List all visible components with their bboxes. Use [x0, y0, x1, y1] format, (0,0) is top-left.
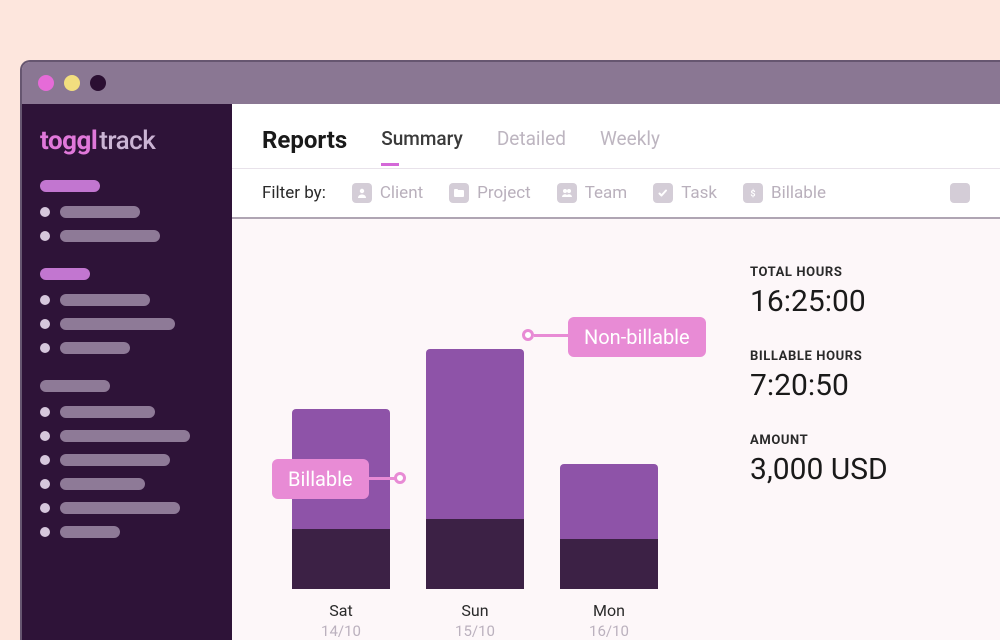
main-panel: Reports Summary Detailed Weekly Filter b…: [232, 104, 1000, 640]
stat-value: 16:25:00: [750, 284, 970, 319]
nav-section-header[interactable]: [40, 180, 100, 192]
check-icon: [653, 183, 673, 203]
callout-text: Billable: [288, 467, 353, 491]
filter-more[interactable]: [950, 183, 970, 203]
stat-label: TOTAL HOURS: [750, 265, 970, 280]
nav-item[interactable]: [40, 230, 214, 242]
stat-billable-hours: BILLABLE HOURS 7:20:50: [750, 349, 970, 403]
tab-detailed[interactable]: Detailed: [497, 127, 566, 154]
nav-item[interactable]: [40, 206, 214, 218]
nav-item[interactable]: [40, 478, 214, 490]
nav-item[interactable]: [40, 454, 214, 466]
nav-item[interactable]: [40, 406, 214, 418]
chart-area: Sat 14/10 Sun 15/10: [262, 259, 710, 640]
callout-text: Non-billable: [584, 325, 690, 349]
tab-summary[interactable]: Summary: [381, 127, 463, 154]
sidebar: toggltrack: [22, 104, 232, 640]
stat-label: AMOUNT: [750, 433, 970, 448]
segment-nonbillable: [426, 349, 524, 519]
bar-stack[interactable]: [426, 349, 524, 589]
callout-nonbillable: Non-billable: [568, 317, 706, 357]
bar-date: 15/10: [455, 622, 495, 640]
app-window: toggltrack: [20, 60, 1000, 640]
team-icon: [557, 183, 577, 203]
nav-item[interactable]: [40, 430, 214, 442]
filter-row: Filter by: Client Project Team Task: [232, 169, 1000, 219]
segment-billable: [292, 529, 390, 589]
segment-billable: [426, 519, 524, 589]
nav-group-2: [40, 268, 214, 354]
stat-value: 7:20:50: [750, 368, 970, 403]
stat-label: BILLABLE HOURS: [750, 349, 970, 364]
stat-amount: AMOUNT 3,000 USD: [750, 433, 970, 487]
callout-billable: Billable: [272, 459, 369, 499]
bar-label: Mon: [593, 601, 625, 620]
bar-col-mon: Mon 16/10: [560, 464, 658, 640]
callout-line: [362, 477, 396, 480]
nav-item[interactable]: [40, 502, 214, 514]
window-close-dot[interactable]: [38, 75, 54, 91]
filter-client[interactable]: Client: [352, 183, 423, 203]
window-max-dot[interactable]: [90, 75, 106, 91]
page-title: Reports: [262, 126, 347, 154]
segment-billable: [560, 539, 658, 589]
filter-by-label: Filter by:: [262, 183, 326, 203]
bar-stack[interactable]: [560, 464, 658, 589]
nav-group-3: [40, 380, 214, 538]
nav-item[interactable]: [40, 318, 214, 330]
stat-total-hours: TOTAL HOURS 16:25:00: [750, 265, 970, 319]
app-body: toggltrack: [22, 104, 1000, 640]
callout-pointer: [394, 472, 406, 484]
tab-weekly[interactable]: Weekly: [600, 127, 660, 154]
nav-section-header[interactable]: [40, 268, 90, 280]
stat-value: 3,000 USD: [750, 452, 970, 487]
brand-logo: toggltrack: [40, 126, 214, 156]
bar-col-sun: Sun 15/10: [426, 349, 524, 640]
filter-project[interactable]: Project: [449, 183, 531, 203]
callout-line: [534, 334, 568, 337]
person-icon: [352, 183, 372, 203]
nav-item[interactable]: [40, 342, 214, 354]
filter-billable[interactable]: $ Billable: [743, 183, 826, 203]
dollar-icon: $: [743, 183, 763, 203]
nav-group-1: [40, 180, 214, 242]
bar-col-sat: Sat 14/10: [292, 409, 390, 640]
tag-icon: [950, 183, 970, 203]
nav-item[interactable]: [40, 526, 214, 538]
filter-team[interactable]: Team: [557, 183, 628, 203]
bar-date: 14/10: [321, 622, 361, 640]
content-area: Sat 14/10 Sun 15/10: [232, 219, 1000, 640]
filter-label: Billable: [771, 183, 826, 203]
bar-date: 16/10: [589, 622, 629, 640]
folder-icon: [449, 183, 469, 203]
bar-label: Sat: [329, 601, 352, 620]
filter-label: Project: [477, 183, 531, 203]
nav-item[interactable]: [40, 294, 214, 306]
segment-nonbillable: [560, 464, 658, 539]
nav-section-header[interactable]: [40, 380, 110, 392]
brand-toggl: toggl: [40, 126, 97, 156]
filter-label: Client: [380, 183, 423, 203]
filter-label: Team: [585, 183, 628, 203]
titlebar: [22, 62, 1000, 104]
svg-text:$: $: [750, 189, 755, 200]
filter-task[interactable]: Task: [653, 183, 717, 203]
tabs-row: Reports Summary Detailed Weekly: [232, 104, 1000, 169]
filter-label: Task: [681, 183, 717, 203]
callout-pointer: [522, 329, 534, 341]
bar-label: Sun: [461, 601, 488, 620]
brand-track: track: [99, 126, 155, 156]
window-min-dot[interactable]: [64, 75, 80, 91]
stats-panel: TOTAL HOURS 16:25:00 BILLABLE HOURS 7:20…: [750, 259, 970, 640]
bar-stack[interactable]: [292, 409, 390, 589]
